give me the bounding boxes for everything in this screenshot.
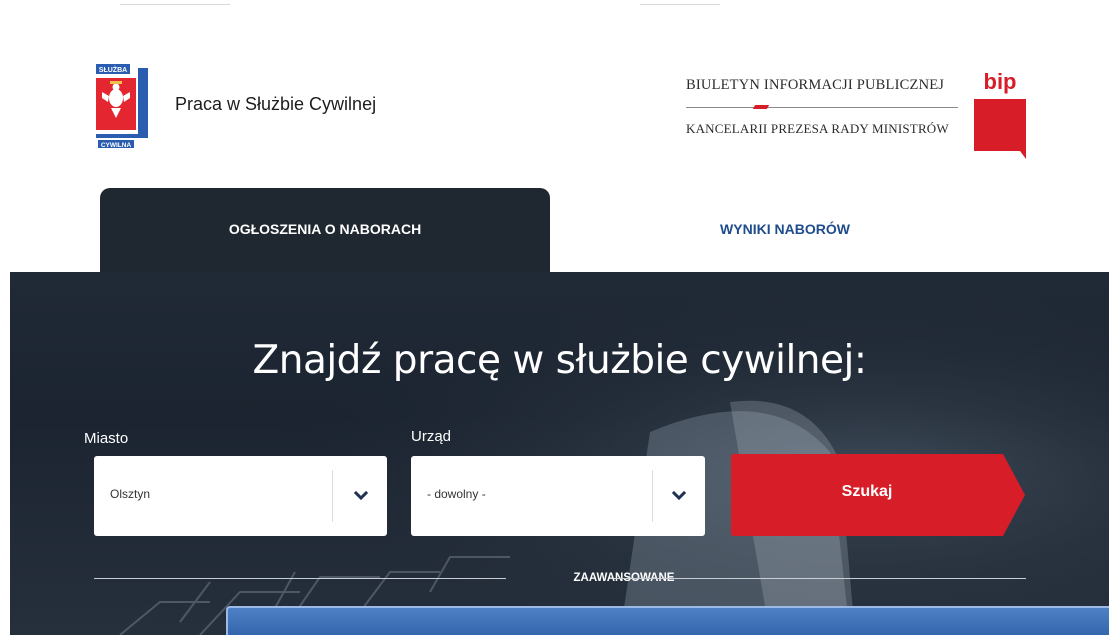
office-label: Urząd [411,428,452,445]
svg-text:CYWILNA: CYWILNA [101,142,132,149]
chevron-down-icon[interactable] [349,484,373,508]
top-hairline [0,0,1109,10]
tab-job-offers[interactable]: OGŁOSZENIA O NABORACH [100,188,550,282]
advanced-divider-left [94,578,506,579]
bip-banner[interactable]: BIULETYN INFORMACJI PUBLICZNEJ KANCELARI… [686,77,962,137]
svg-text:SŁUŻBA: SŁUŻBA [99,66,127,74]
hero-title: Znajdź pracę w służbie cywilnej: [252,338,867,383]
bip-line-2: KANCELARII PREZESA RADY MINISTRÓW [686,121,949,136]
office-select-value: - dowolny - [427,487,486,501]
tab-recruitment-results[interactable]: WYNIKI NABORÓW [560,188,1010,274]
city-label: Miasto [84,430,129,447]
bip-line-1: BIULETYN INFORMACJI PUBLICZNEJ [686,77,945,93]
office-select-separator [652,470,653,522]
chevron-down-icon[interactable] [667,484,691,508]
advanced-divider-right [614,578,1026,579]
sluzba-cywilna-emblem-icon[interactable]: SŁUŻBA CYWILNA [94,62,150,150]
site-title[interactable]: Praca w Służbie Cywilnej [175,94,376,115]
office-select[interactable]: - dowolny - [411,456,705,536]
city-select-value: Olsztyn [110,487,151,501]
search-button[interactable]: Szukaj [731,454,1025,536]
city-select-separator [332,470,333,522]
search-button-label: Szukaj [841,483,893,500]
tab-job-offers-label: OGŁOSZENIA O NABORACH [228,221,422,237]
tab-recruitment-results-label: WYNIKI NABORÓW [720,221,850,237]
svg-text:bip: bip [984,69,1017,94]
page-edge [0,0,10,635]
bip-logo-icon[interactable]: bip [974,65,1030,159]
overlay-dialog-frame[interactable] [226,606,1109,635]
bip-divider [686,105,958,109]
city-select[interactable]: Olsztyn [94,456,387,536]
search-hero: Znajdź pracę w służbie cywilnej: Miasto … [10,272,1109,635]
advanced-search-toggle[interactable]: ZAAWANSOWANE [94,572,1026,592]
